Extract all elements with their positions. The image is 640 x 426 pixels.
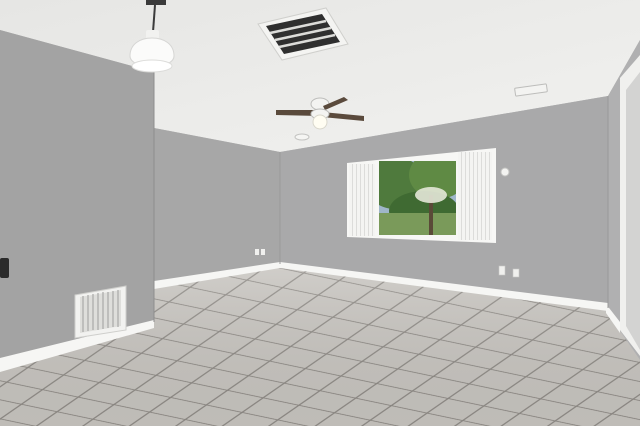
outlet-icon <box>261 249 265 255</box>
window-view <box>379 161 456 235</box>
lawn <box>379 213 456 235</box>
wall-return-vent-icon <box>74 285 127 339</box>
empty-room-scene <box>0 0 640 426</box>
door-handle-icon <box>0 258 9 278</box>
vertical-blinds-right <box>458 152 492 240</box>
right-doorway <box>626 72 640 350</box>
back-left-wall <box>154 128 280 284</box>
smoke-detector-icon <box>294 133 310 141</box>
light-switch-icon <box>500 167 510 177</box>
outlet-icon <box>255 249 259 255</box>
palm-fronds <box>415 187 447 203</box>
room-geometry <box>0 0 640 426</box>
vertical-blinds-left <box>349 164 375 236</box>
outlet-icon <box>498 265 506 276</box>
outlet-icon <box>512 268 520 278</box>
